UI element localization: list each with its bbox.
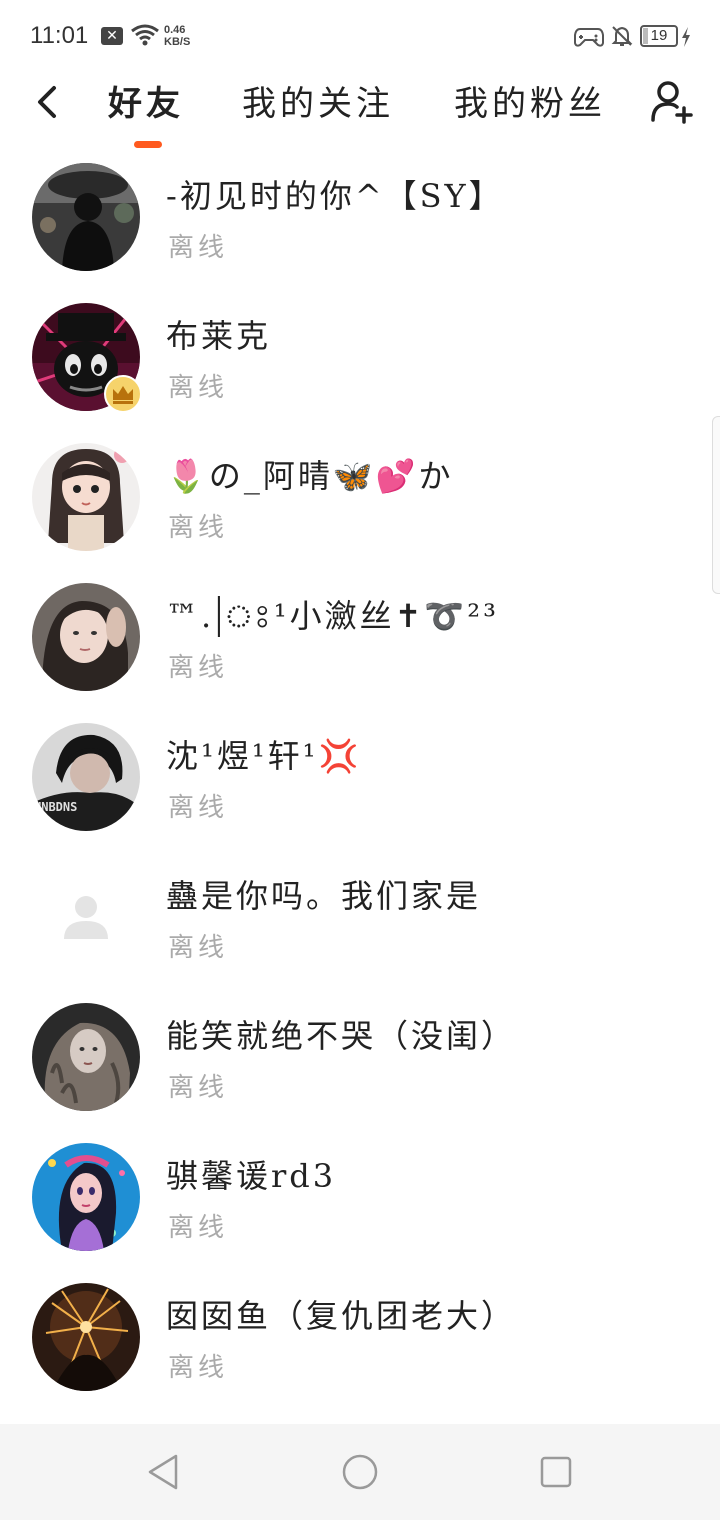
list-item[interactable]: -初见时的你^【SY】 离线	[0, 147, 720, 287]
friend-name: 沈¹煜¹轩¹💢	[166, 737, 362, 775]
avatar[interactable]	[32, 1143, 140, 1251]
list-item[interactable]: 骐馨谖rd3 离线	[0, 1127, 720, 1267]
friend-name: 骐馨谖rd3	[166, 1157, 337, 1195]
girl-selfie-avatar	[32, 583, 140, 691]
friend-status: 离线	[168, 1073, 229, 1103]
friend-status: 离线	[168, 233, 229, 263]
fireworks-avatar	[32, 1283, 140, 1391]
friend-status: 离线	[168, 653, 229, 683]
list-item[interactable]: 布莱克 离线	[0, 287, 720, 427]
friend-name: -初见时的你^【SY】	[166, 177, 504, 215]
friend-status: 离线	[168, 933, 229, 963]
dark-photo-avatar	[32, 163, 140, 271]
battery-icon: 19	[640, 25, 678, 47]
friend-name: 能笑就绝不哭（没闺）	[166, 1017, 517, 1055]
notification-x-icon: ✕	[101, 27, 123, 45]
edge-handle[interactable]	[712, 416, 720, 594]
nav-back-icon[interactable]	[144, 1452, 184, 1492]
wifi-icon	[131, 24, 159, 46]
doll-girl-avatar	[32, 443, 140, 551]
avatar[interactable]	[32, 863, 140, 971]
friend-status: 离线	[168, 1213, 229, 1243]
boy-unbdns-shirt-avatar: UNBDNS	[32, 723, 140, 831]
friend-status: 离线	[168, 513, 229, 543]
default-person-avatar	[32, 863, 140, 971]
tab-fans[interactable]: 我的粉丝	[454, 76, 606, 125]
game-controller-icon	[574, 28, 604, 47]
curly-hair-girl-avatar	[32, 1003, 140, 1111]
avatar[interactable]	[32, 583, 140, 691]
avatar[interactable]	[32, 1283, 140, 1391]
svg-text:UNBDNS: UNBDNS	[34, 800, 77, 814]
friend-list: -初见时的你^【SY】 离线 布莱克 离线 🌷の_阿晴🦋💕か 离线 ™.|ঃ¹小…	[0, 147, 720, 1407]
crown-icon	[104, 375, 142, 413]
list-item[interactable]: 能笑就绝不哭（没闺） 离线	[0, 987, 720, 1127]
list-item[interactable]: 🌷の_阿晴🦋💕か 离线	[0, 427, 720, 567]
system-nav-bar	[0, 1424, 720, 1520]
friend-name: 🌷の_阿晴🦋💕か	[166, 457, 454, 495]
status-bar: 11:01 ✕ 0.46 KB/S 19	[0, 0, 720, 72]
back-arrow-icon[interactable]	[28, 80, 68, 124]
add-friend-icon[interactable]	[650, 78, 694, 124]
avatar[interactable]	[32, 1003, 140, 1111]
bell-muted-icon	[611, 26, 633, 46]
network-speed: 0.46 KB/S	[164, 24, 191, 48]
friend-name: 蠱是你吗。我们家是	[166, 877, 482, 915]
list-item[interactable]: UNBDNS 沈¹煜¹轩¹💢 离线	[0, 707, 720, 847]
list-item[interactable]: 蠱是你吗。我们家是 离线	[0, 847, 720, 987]
status-time: 11:01	[30, 22, 89, 49]
avatar[interactable]	[32, 163, 140, 271]
charging-bolt-icon	[682, 27, 690, 47]
anime-girl-blue-avatar	[32, 1143, 140, 1251]
list-item[interactable]: ™.|ঃ¹小瀲丝✝➰²³ 离线	[0, 567, 720, 707]
tab-friends[interactable]: 好友	[108, 76, 184, 125]
friend-name: ™.|ঃ¹小瀲丝✝➰²³	[166, 597, 499, 635]
avatar[interactable]	[32, 443, 140, 551]
friend-status: 离线	[168, 1353, 229, 1383]
nav-recent-icon[interactable]	[536, 1452, 576, 1492]
list-item[interactable]: 囡囡鱼（复仇团老大） 离线	[0, 1267, 720, 1407]
friend-status: 离线	[168, 373, 229, 403]
tab-following[interactable]: 我的关注	[242, 76, 394, 125]
nav-home-icon[interactable]	[340, 1452, 380, 1492]
friend-name: 布莱克	[166, 317, 272, 355]
friend-status: 离线	[168, 793, 229, 823]
battery-level: 19	[650, 27, 668, 44]
friend-name: 囡囡鱼（复仇团老大）	[166, 1297, 517, 1335]
avatar[interactable]: UNBDNS	[32, 723, 140, 831]
